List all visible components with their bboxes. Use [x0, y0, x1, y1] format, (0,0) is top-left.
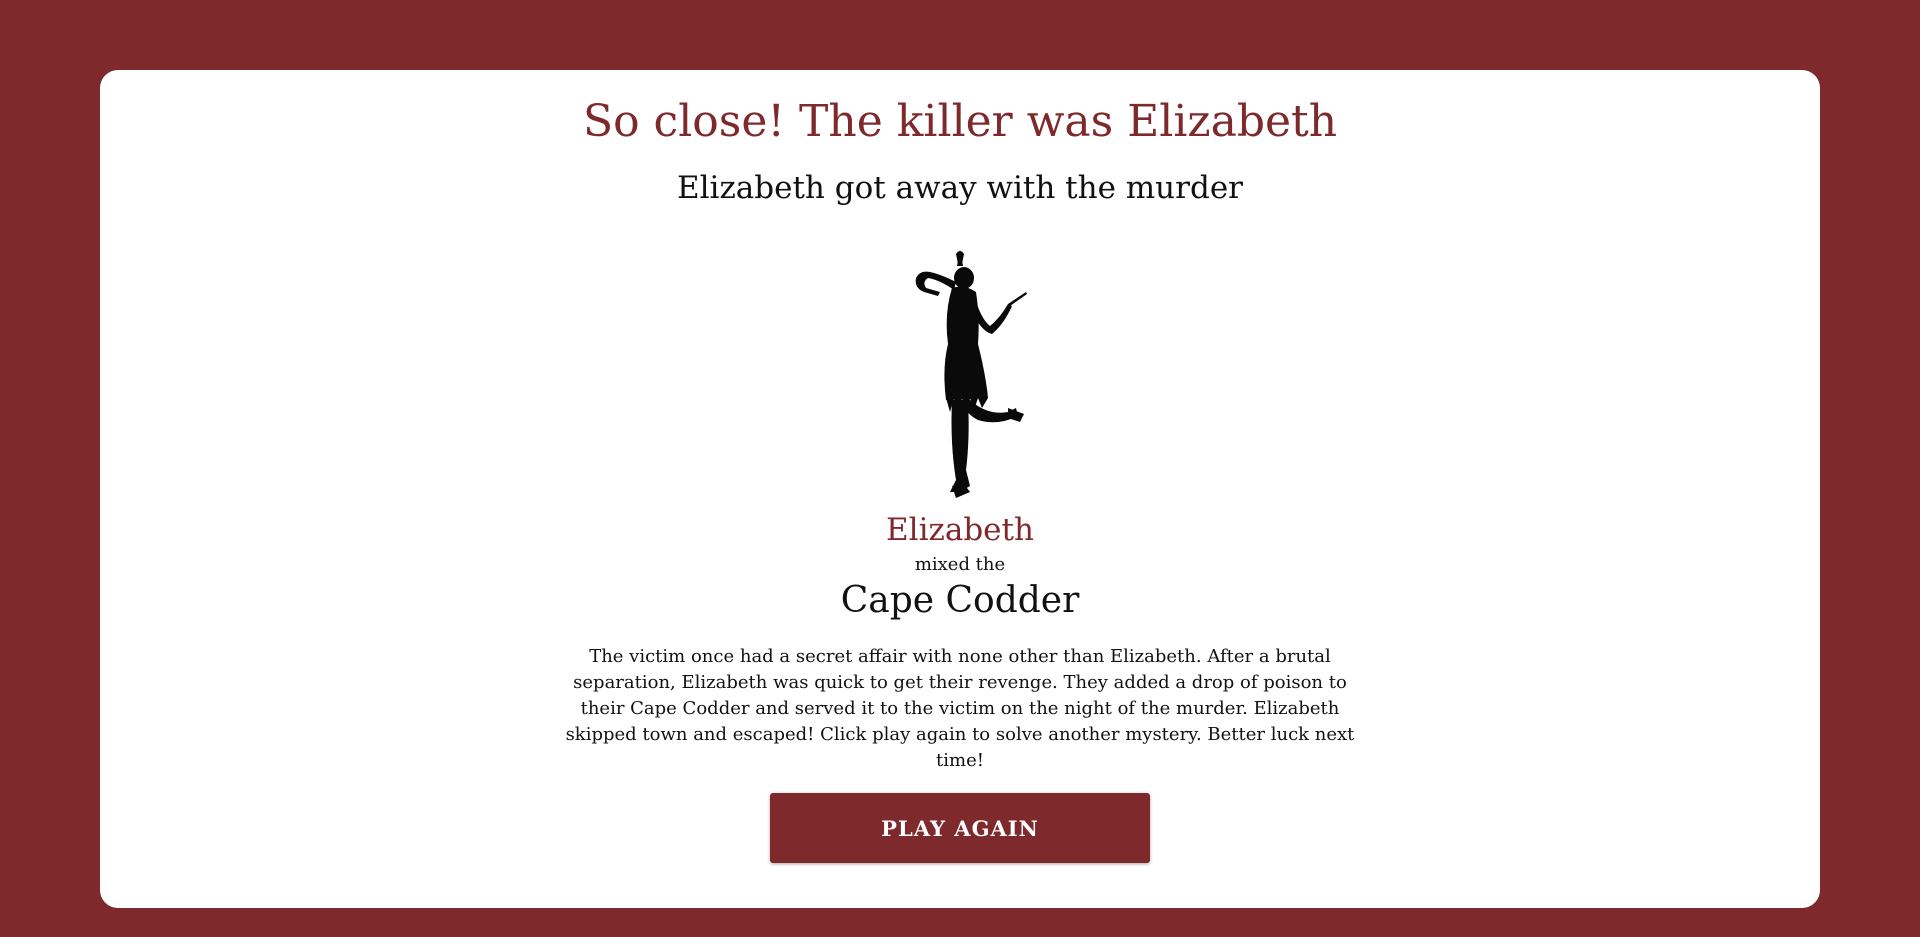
mixed-the-label: mixed the: [914, 554, 1006, 575]
story-text: The victim once had a secret affair with…: [565, 646, 1355, 771]
suspect-name: Elizabeth: [886, 512, 1034, 548]
result-subheadline: Elizabeth got away with the murder: [677, 170, 1243, 206]
result-headline: So close! The killer was Elizabeth: [582, 96, 1338, 147]
play-again-button[interactable]: PLAY AGAIN: [770, 793, 1150, 863]
flapper-dancer-silhouette-icon: [915, 250, 1027, 498]
result-card: So close! The killer was Elizabeth Eliza…: [100, 70, 1820, 908]
drink-name: Cape Codder: [840, 580, 1080, 621]
